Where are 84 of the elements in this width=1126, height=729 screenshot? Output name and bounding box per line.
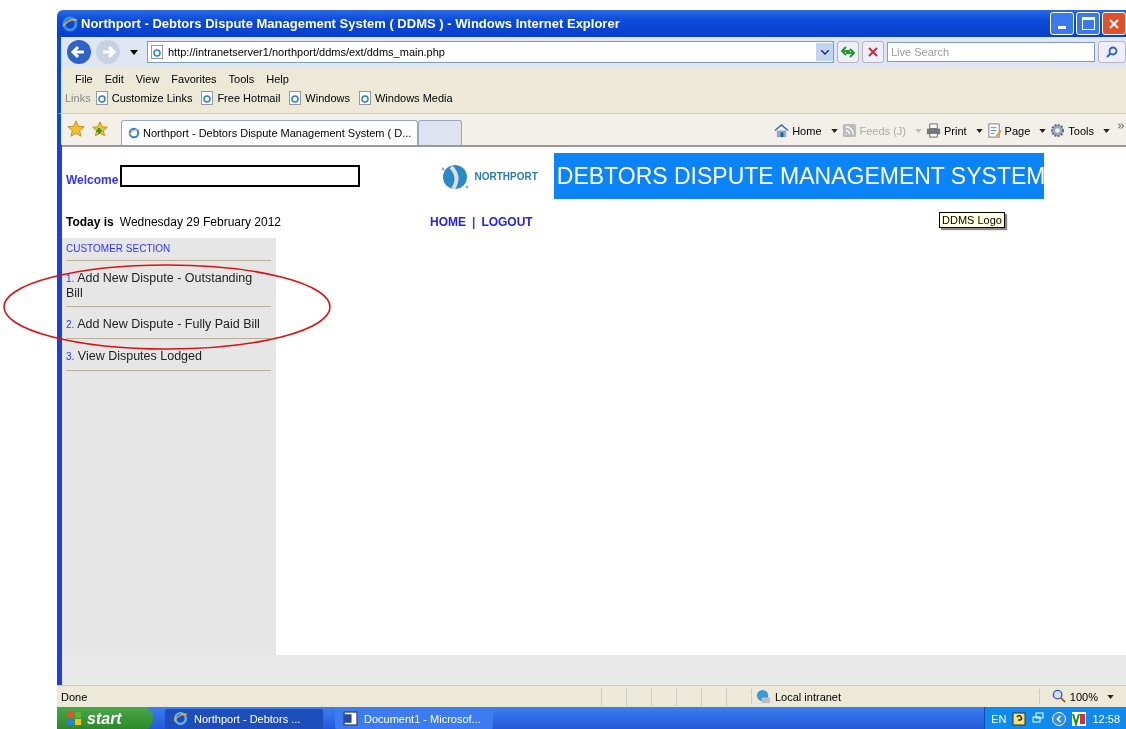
search-field[interactable]: Live Search <box>887 42 1095 62</box>
sidebar-link[interactable]: 1. Add New Dispute - Outstanding Bill <box>66 261 271 307</box>
caret-icon <box>830 128 838 133</box>
tooltip: DDMS Logo <box>939 212 1005 228</box>
zoom-button[interactable]: 100% <box>1038 689 1114 704</box>
menu-item[interactable]: Help <box>260 73 295 85</box>
caret-icon <box>975 128 983 133</box>
toolbar-button[interactable]: Home <box>774 123 838 138</box>
nav-link[interactable]: HOME <box>430 214 466 229</box>
page-icon <box>986 123 1002 138</box>
stop-icon <box>868 47 878 57</box>
sidebar-link[interactable]: 3. View Disputes Lodged <box>66 339 271 371</box>
welcome-label: Welcome <box>66 173 119 187</box>
add-favorite-icon[interactable] <box>91 120 109 138</box>
search-icon <box>1106 46 1118 58</box>
maximize-button[interactable] <box>1076 12 1100 35</box>
close-icon <box>1109 18 1119 29</box>
nav-link[interactable]: LOGOUT <box>481 214 533 229</box>
dropdown-button[interactable] <box>816 43 833 61</box>
northport-logo: NORTHPORT <box>438 159 538 193</box>
browser-icon <box>62 15 78 32</box>
magnifier-icon <box>1051 689 1067 704</box>
browser-icon <box>128 126 140 140</box>
menu-item[interactable]: View <box>129 73 166 85</box>
menu-item[interactable]: File <box>69 73 99 85</box>
browser-icon <box>173 711 188 726</box>
menu-item[interactable]: Favorites <box>165 73 223 85</box>
network-globe-icon <box>756 689 771 704</box>
help-icon[interactable] <box>1012 711 1027 726</box>
clock: 12:58 <box>1092 712 1120 725</box>
window-title: Northport - Debtors Dispute Management System ( DDMS ) - Windows Internet Explorer <box>81 16 620 31</box>
minimize-button[interactable] <box>1050 12 1074 35</box>
caret-icon <box>1107 694 1114 699</box>
section-heading: CUSTOMER SECTION <box>66 243 271 261</box>
feed-icon <box>841 123 857 138</box>
gear-icon <box>1050 123 1066 138</box>
address-field[interactable]: http://intranetserver1/northport/ddms/ext/ddms_main.php <box>147 41 834 63</box>
link-separator: | <box>472 214 476 229</box>
page-icon <box>95 91 108 105</box>
date-text: Wednesday 29 February 2012 <box>119 214 281 229</box>
page-icon <box>201 91 214 105</box>
browser-tab[interactable] <box>418 120 463 145</box>
refresh-icon <box>841 46 855 58</box>
toolbar-button[interactable]: Page <box>986 123 1047 138</box>
taskbar-button[interactable]: Northport - Debtors ... <box>165 708 323 729</box>
language-indicator[interactable]: EN <box>991 712 1007 725</box>
network-icon[interactable] <box>1032 711 1047 726</box>
links-label: Links <box>65 92 91 104</box>
caret-icon <box>1103 128 1110 133</box>
favorites-star-icon[interactable] <box>67 120 85 138</box>
back-button[interactable] <box>66 39 92 65</box>
link-button[interactable]: Windows Media <box>359 91 453 105</box>
menu-item[interactable]: Edit <box>98 73 130 85</box>
status-text: Done <box>61 690 89 703</box>
caret-icon <box>915 128 922 133</box>
windows-flag-icon <box>67 711 82 726</box>
menu-item[interactable]: Tools <box>222 73 261 85</box>
search-button[interactable] <box>1098 41 1126 63</box>
more-chevron-icon[interactable] <box>1118 123 1124 129</box>
today-label: Today is <box>66 214 114 229</box>
close-button[interactable] <box>1102 12 1126 35</box>
printer-icon <box>926 123 941 138</box>
browser-tab[interactable]: Northport - Debtors Dispute Management System ( D... <box>121 120 419 145</box>
link-button[interactable]: Windows <box>289 91 350 105</box>
caret-icon <box>1039 128 1047 133</box>
page-icon <box>151 45 163 59</box>
stop-button[interactable] <box>862 41 884 63</box>
taskbar-button[interactable]: Document1 - Microsof... <box>335 708 493 729</box>
link-button[interactable]: Free Hotmail <box>201 91 281 105</box>
link-button[interactable]: Customize Links <box>95 91 193 105</box>
collapse-icon[interactable] <box>1052 711 1067 726</box>
dropdown-icon[interactable] <box>130 49 138 55</box>
zone-indicator: Local intranet <box>751 689 916 704</box>
home-icon <box>774 123 790 138</box>
chevron-icon <box>820 49 829 55</box>
system-banner: DEBTORS DISPUTE MANAGEMENT SYSTEM <box>553 153 1044 199</box>
sidebar-link[interactable]: 2. Add New Dispute - Fully Paid Bill <box>66 307 271 339</box>
vnc-icon[interactable] <box>1072 711 1087 726</box>
start-button[interactable]: start <box>57 707 153 729</box>
toolbar-button[interactable]: Print <box>926 123 983 138</box>
page-icon <box>289 91 302 105</box>
document-icon <box>343 711 358 726</box>
page-icon <box>359 91 371 105</box>
toolbar-button[interactable]: Tools <box>1050 123 1110 138</box>
